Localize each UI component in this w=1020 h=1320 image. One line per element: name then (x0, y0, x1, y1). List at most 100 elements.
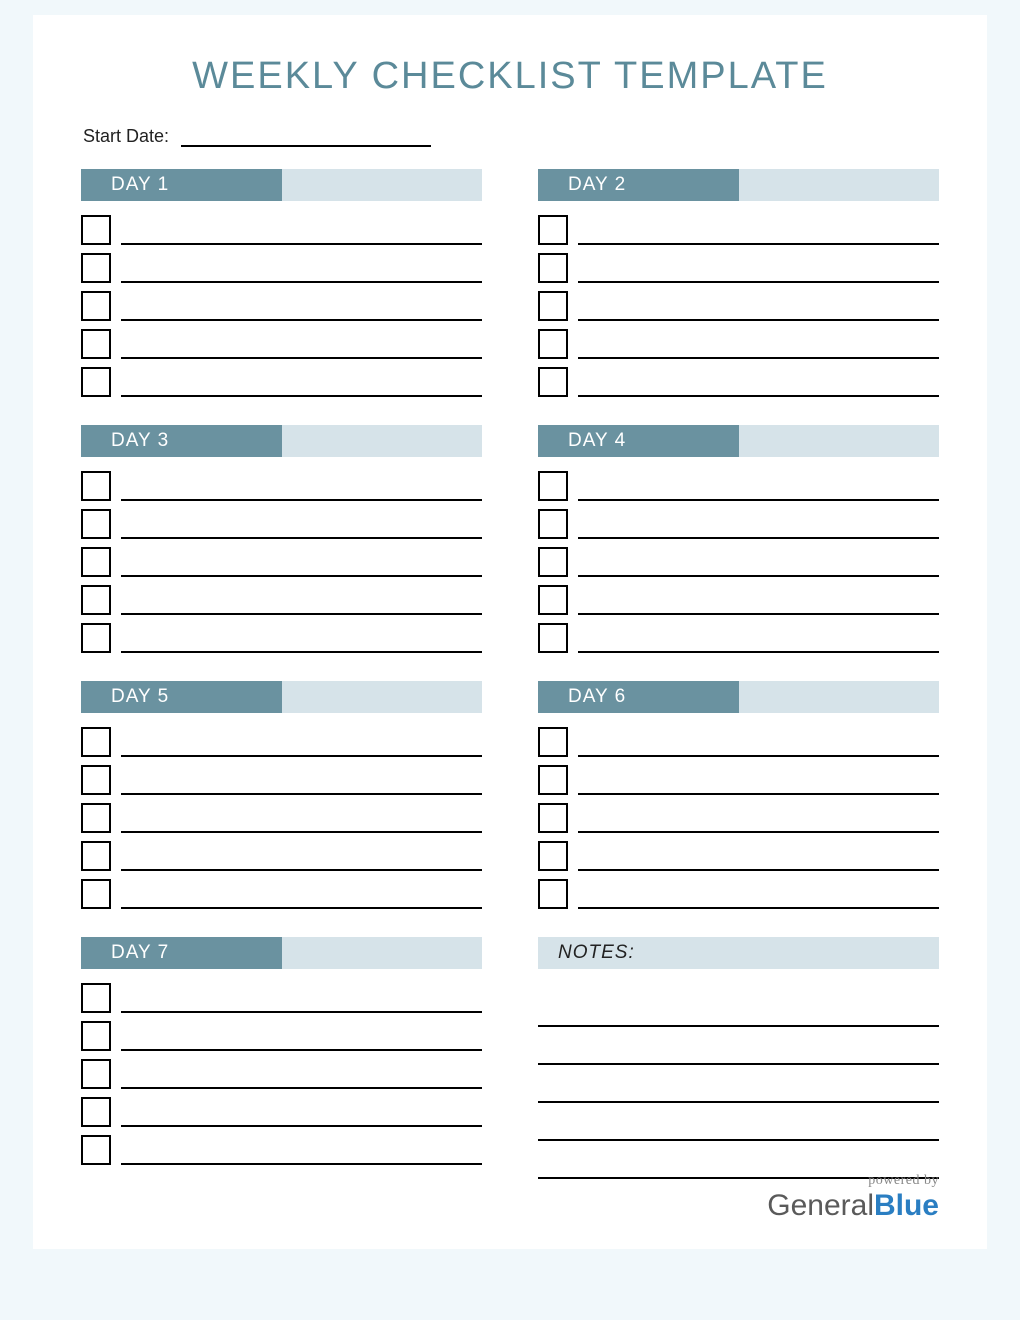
checkbox[interactable] (538, 509, 568, 539)
checkbox[interactable] (538, 253, 568, 283)
checkbox[interactable] (538, 291, 568, 321)
checklist-row (81, 1089, 482, 1127)
checklist-row (81, 975, 482, 1013)
checklist-rows (538, 207, 939, 397)
task-line[interactable] (121, 907, 482, 909)
task-line[interactable] (578, 537, 939, 539)
checklist-row (81, 757, 482, 795)
task-line[interactable] (578, 575, 939, 577)
checkbox[interactable] (538, 727, 568, 757)
checkbox[interactable] (81, 727, 111, 757)
task-line[interactable] (121, 537, 482, 539)
task-line[interactable] (578, 793, 939, 795)
note-line[interactable] (538, 1065, 939, 1103)
checklist-row (538, 757, 939, 795)
checklist-row (81, 207, 482, 245)
checklist-row (81, 871, 482, 909)
checkbox[interactable] (81, 765, 111, 795)
checkbox[interactable] (538, 367, 568, 397)
checkbox[interactable] (81, 623, 111, 653)
checkbox[interactable] (81, 1097, 111, 1127)
start-date-input-line[interactable] (181, 145, 431, 147)
task-line[interactable] (578, 613, 939, 615)
task-line[interactable] (121, 357, 482, 359)
task-line[interactable] (121, 613, 482, 615)
checklist-row (538, 321, 939, 359)
checkbox[interactable] (81, 1059, 111, 1089)
task-line[interactable] (121, 499, 482, 501)
checkbox[interactable] (538, 585, 568, 615)
task-line[interactable] (121, 1087, 482, 1089)
checkbox[interactable] (81, 367, 111, 397)
notes-label: NOTES: (538, 937, 939, 969)
checkbox[interactable] (81, 547, 111, 577)
task-line[interactable] (578, 281, 939, 283)
task-line[interactable] (121, 831, 482, 833)
checklist-row (538, 577, 939, 615)
day-label: DAY 5 (81, 681, 282, 713)
checklist-row (81, 321, 482, 359)
checklist-row (538, 795, 939, 833)
day-header-spacer (282, 425, 483, 457)
checkbox[interactable] (81, 215, 111, 245)
checklist-rows (538, 463, 939, 653)
task-line[interactable] (578, 907, 939, 909)
day-block-6: DAY 6 (538, 681, 939, 909)
checkbox[interactable] (81, 585, 111, 615)
task-line[interactable] (578, 651, 939, 653)
checkbox[interactable] (81, 879, 111, 909)
checkbox[interactable] (538, 547, 568, 577)
task-line[interactable] (121, 1125, 482, 1127)
task-line[interactable] (121, 395, 482, 397)
task-line[interactable] (121, 1011, 482, 1013)
task-line[interactable] (121, 1163, 482, 1165)
task-line[interactable] (121, 869, 482, 871)
checkbox[interactable] (538, 471, 568, 501)
brand-part1: General (767, 1189, 874, 1222)
checkbox[interactable] (81, 803, 111, 833)
task-line[interactable] (121, 755, 482, 757)
task-line[interactable] (121, 1049, 482, 1051)
checkbox[interactable] (81, 253, 111, 283)
task-line[interactable] (578, 395, 939, 397)
checkbox[interactable] (538, 215, 568, 245)
checkbox[interactable] (81, 1135, 111, 1165)
checkbox[interactable] (538, 841, 568, 871)
checklist-row (81, 245, 482, 283)
day-header: DAY 6 (538, 681, 939, 713)
checkbox[interactable] (81, 329, 111, 359)
task-line[interactable] (578, 755, 939, 757)
task-line[interactable] (121, 793, 482, 795)
note-line[interactable] (538, 1027, 939, 1065)
note-line[interactable] (538, 1103, 939, 1141)
checkbox[interactable] (538, 623, 568, 653)
task-line[interactable] (578, 357, 939, 359)
day-header-spacer (739, 425, 940, 457)
task-line[interactable] (578, 831, 939, 833)
task-line[interactable] (121, 281, 482, 283)
task-line[interactable] (121, 575, 482, 577)
task-line[interactable] (121, 319, 482, 321)
task-line[interactable] (578, 319, 939, 321)
note-line[interactable] (538, 989, 939, 1027)
day-header: DAY 1 (81, 169, 482, 201)
checkbox[interactable] (81, 509, 111, 539)
checkbox[interactable] (538, 879, 568, 909)
task-line[interactable] (578, 243, 939, 245)
checkbox[interactable] (538, 803, 568, 833)
checklist-row (538, 463, 939, 501)
day-block-7: DAY 7 (81, 937, 482, 1179)
task-line[interactable] (578, 869, 939, 871)
task-line[interactable] (121, 243, 482, 245)
checkbox[interactable] (81, 983, 111, 1013)
checkbox[interactable] (81, 291, 111, 321)
task-line[interactable] (578, 499, 939, 501)
day-label: DAY 7 (81, 937, 282, 969)
checkbox[interactable] (81, 841, 111, 871)
day-header-spacer (282, 169, 483, 201)
checkbox[interactable] (81, 471, 111, 501)
task-line[interactable] (121, 651, 482, 653)
checkbox[interactable] (81, 1021, 111, 1051)
checkbox[interactable] (538, 765, 568, 795)
checkbox[interactable] (538, 329, 568, 359)
